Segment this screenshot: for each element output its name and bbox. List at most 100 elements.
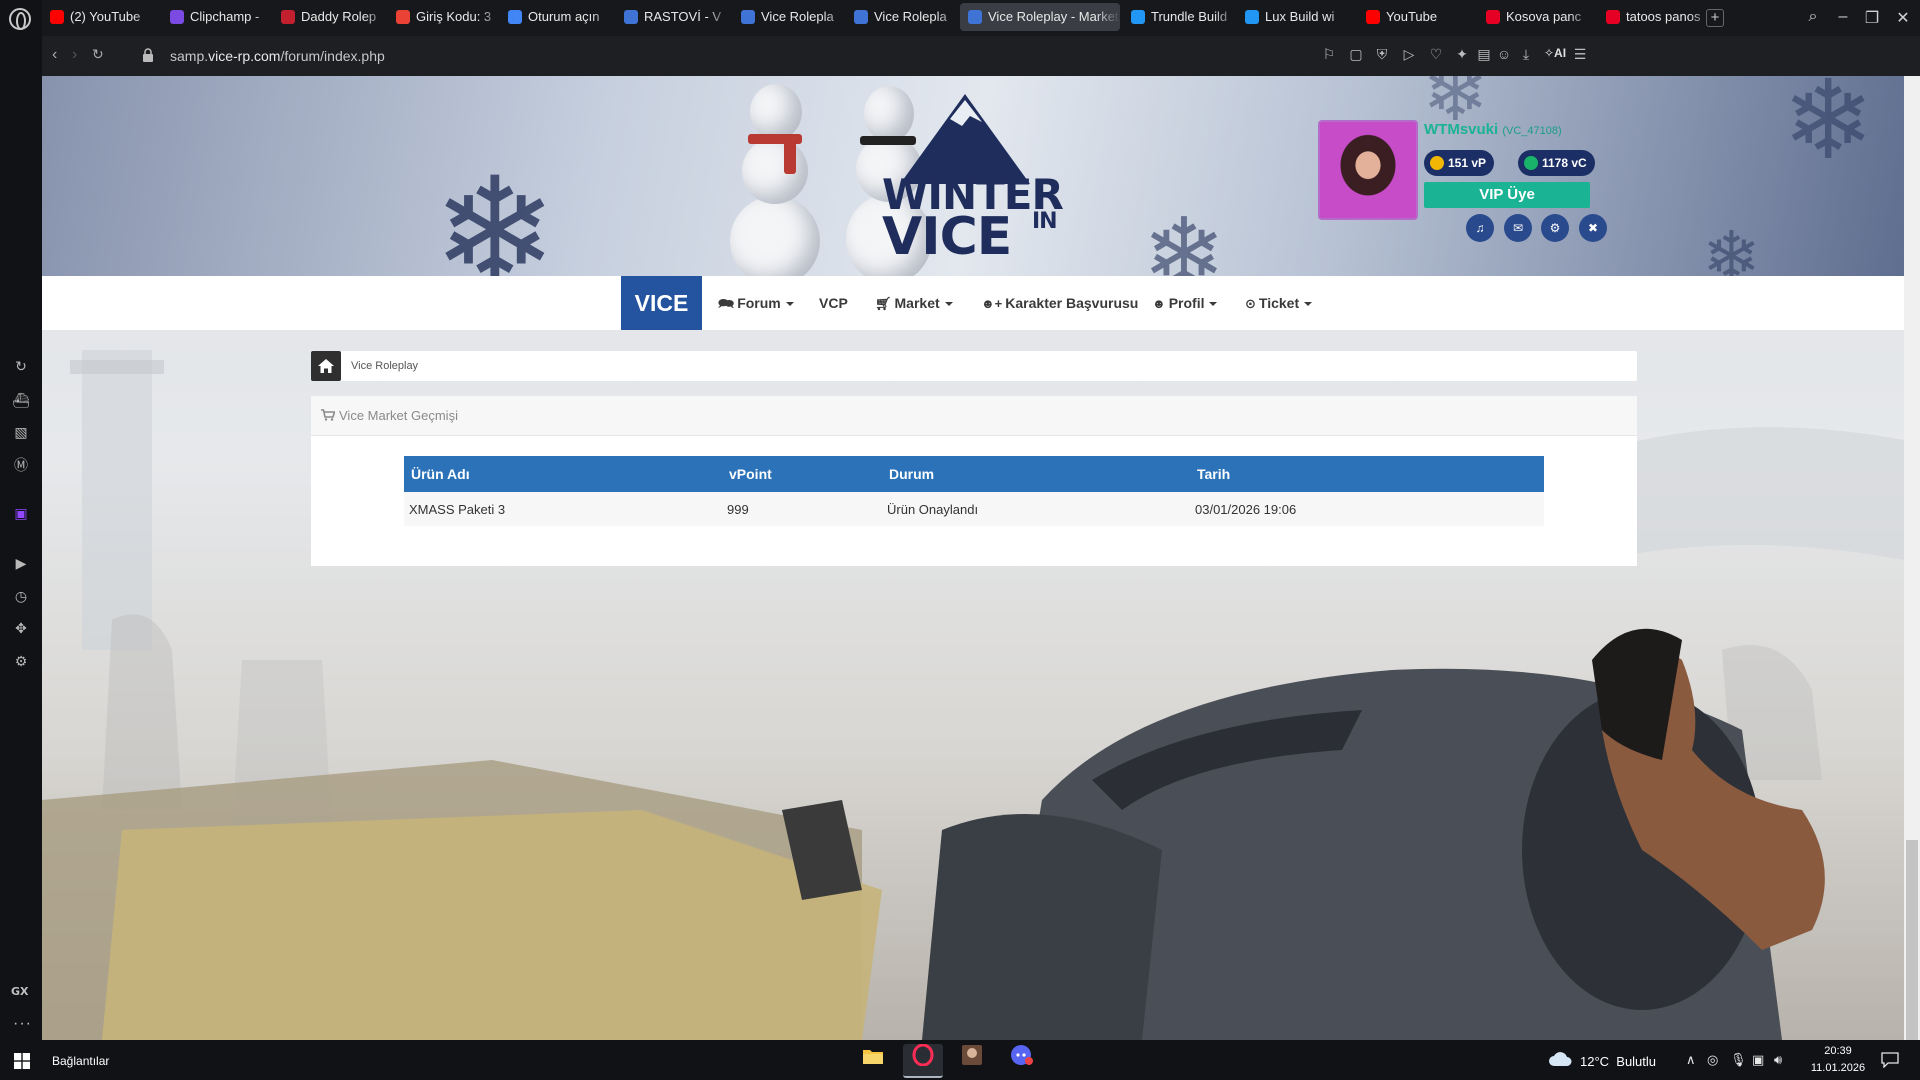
gmail-icon (396, 10, 410, 24)
pinterest-icon (1486, 10, 1500, 24)
browser-tab[interactable]: Oturum açın (500, 3, 615, 31)
gx-corner-icon[interactable]: ⛴ (11, 390, 31, 410)
twitch-icon[interactable]: ▣ (11, 503, 31, 523)
lock-icon (143, 48, 153, 62)
pinterest-icon (1606, 10, 1620, 24)
heart-icon[interactable]: ♡ (1426, 46, 1446, 63)
discord-taskbar-icon[interactable] (1002, 1044, 1042, 1078)
show-hidden-icons-chevron-icon[interactable]: ∧ (1686, 1052, 1696, 1068)
microphone-icon[interactable]: 🎙︎ (1730, 1052, 1747, 1068)
browser-tab[interactable]: Giriş Kodu: 3 (388, 3, 503, 31)
game-taskbar-icon[interactable] (952, 1044, 992, 1078)
tab-bar: (2) YouTube Clipchamp - Daddy Rolep Giriş K… (42, 0, 1920, 36)
webcam-icon[interactable]: ◎ (1707, 1052, 1718, 1068)
user-plus-icon: ☻+ (981, 296, 1003, 311)
browser-tab[interactable]: Daddy Rolep (273, 3, 388, 31)
extension-icon[interactable]: ✦ (1452, 46, 1472, 63)
opera-logo-icon[interactable] (9, 8, 31, 30)
clock-date[interactable]: 11.01.2026 (1808, 1062, 1868, 1074)
browser-tab[interactable]: YouTube (1358, 3, 1473, 31)
download-icon[interactable]: ⤓ (1516, 46, 1536, 63)
forward-icon[interactable]: › (72, 46, 77, 64)
new-tab-button[interactable]: + (1706, 9, 1724, 27)
table-row: XMASS Paketi 3 999 Ürün Onaylandı 03/01/… (404, 492, 1544, 526)
snapshot-icon[interactable]: ▢ (1346, 46, 1366, 63)
cloud-weather-icon[interactable] (1548, 1050, 1572, 1068)
nav-vcp[interactable]: VCP (819, 276, 848, 330)
lol-icon (1131, 10, 1145, 24)
browser-tab[interactable]: (2) YouTube (42, 3, 157, 31)
column-header-tarih: Tarih (1190, 456, 1544, 492)
browser-tab[interactable]: tatoos panos (1598, 3, 1713, 31)
breadcrumb-item[interactable]: Vice Roleplay (351, 360, 418, 372)
profile-icon[interactable]: ☺ (1494, 46, 1514, 62)
restore-icon[interactable]: ❐ (1862, 8, 1882, 28)
browser-tab[interactable]: Vice Rolepla (846, 3, 961, 31)
play-icon[interactable]: ▷ (1399, 46, 1419, 63)
opera-gx-taskbar-icon[interactable] (903, 1043, 943, 1078)
news-icon[interactable]: ▧ (11, 422, 31, 442)
vip-badge[interactable]: VIP Üye (1424, 182, 1590, 208)
browser-tab[interactable]: Vice Roleplay - Market (960, 3, 1120, 31)
cart-icon (321, 409, 335, 421)
browser-tab[interactable]: Clipchamp - (162, 3, 277, 31)
weather-label[interactable]: 12°C Bulutlu (1580, 1054, 1656, 1069)
browser-tab-label: Clipchamp - (190, 9, 260, 24)
cart-icon: 🛒︎ (875, 296, 892, 311)
browser-tab[interactable]: Vice Rolepla (733, 3, 848, 31)
settings-gear-icon[interactable]: ⚙ (1541, 214, 1569, 242)
extensions-icon[interactable]: ✥ (11, 618, 31, 638)
connections-label[interactable]: Bağlantılar (52, 1054, 109, 1068)
vp-balance-badge[interactable]: 151 vP (1424, 150, 1495, 176)
close-window-icon[interactable]: ✕ (1893, 8, 1913, 28)
gx-control-label[interactable]: GX (11, 985, 29, 998)
home-icon[interactable] (311, 351, 341, 381)
browser-tab[interactable]: Lux Build wi (1237, 3, 1352, 31)
url-field[interactable]: samp.vice-rp.com/forum/index.php (170, 48, 385, 64)
settings-icon[interactable]: ⚙ (11, 651, 31, 671)
file-explorer-icon[interactable] (853, 1044, 893, 1078)
scrollbar-thumb[interactable] (1906, 840, 1918, 1040)
column-header-durum: Durum (882, 456, 1190, 492)
adblock-icon[interactable]: ⛨ (1372, 46, 1392, 63)
nav-karakter-basvurusu[interactable]: ☻+ Karakter Başvurusu (981, 276, 1138, 330)
nav-forum[interactable]: 🗪 Forum (718, 276, 794, 330)
browser-tab[interactable]: RASTOVİ - V (616, 3, 731, 31)
notification-center-icon[interactable] (1881, 1052, 1899, 1068)
minimize-icon[interactable]: – (1833, 8, 1853, 26)
page-viewport: ❄ ❄ ❄ ❄ ❄ WINTER VICE IN WTMsvuki (VC_47… (42, 76, 1904, 1040)
messenger-icon[interactable]: Ⓜ (11, 455, 31, 475)
nav-market[interactable]: 🛒︎ Market (875, 276, 953, 330)
player-icon[interactable]: ▶ (11, 553, 31, 573)
browser-tab[interactable]: Trundle Build (1123, 3, 1238, 31)
wallet-icon[interactable]: ▤ (1474, 46, 1494, 63)
back-icon[interactable]: ‹ (52, 46, 57, 64)
logout-close-icon[interactable]: ✖ (1579, 214, 1607, 242)
panel-header: Vice Market Geçmişi (311, 396, 1637, 436)
vc-balance-badge[interactable]: 1178 vC (1518, 150, 1595, 176)
search-tabs-icon[interactable]: ⌕ (1803, 8, 1823, 26)
history-icon[interactable]: ◷ (11, 586, 31, 606)
menu-icon[interactable]: ☰ (1570, 46, 1590, 63)
clock-time[interactable]: 20:39 (1818, 1045, 1858, 1057)
user-icon: ☻ (1152, 296, 1166, 311)
nav-profil[interactable]: ☻ Profil (1152, 276, 1218, 330)
pin-icon[interactable]: ⚐ (1319, 46, 1339, 63)
winter-vice-logo[interactable]: WINTER VICE IN (882, 174, 1064, 263)
network-icon[interactable]: ▣ (1752, 1052, 1764, 1068)
ai-button[interactable]: ✧AI (1540, 46, 1570, 60)
browser-tab[interactable]: Kosova panc (1478, 3, 1593, 31)
more-icon[interactable]: ··· (13, 1015, 32, 1033)
avatar[interactable] (1318, 120, 1418, 220)
nav-ticket[interactable]: ⊙ Ticket (1245, 276, 1313, 330)
reload-icon[interactable]: ↻ (92, 46, 104, 63)
caret-down-icon (1209, 302, 1218, 307)
brand-logo[interactable]: VICE (621, 276, 702, 330)
notifications-bell-icon[interactable]: ♫ (1466, 214, 1494, 242)
speed-dial-icon[interactable]: ↻ (11, 356, 31, 376)
messages-envelope-icon[interactable]: ✉ (1504, 214, 1532, 242)
windows-start-icon[interactable] (14, 1053, 30, 1069)
volume-icon[interactable]: 🔊︎ (1774, 1052, 1782, 1068)
panel-title: Vice Market Geçmişi (339, 408, 458, 423)
username-link[interactable]: WTMsvuki (VC_47108) (1424, 121, 1562, 138)
